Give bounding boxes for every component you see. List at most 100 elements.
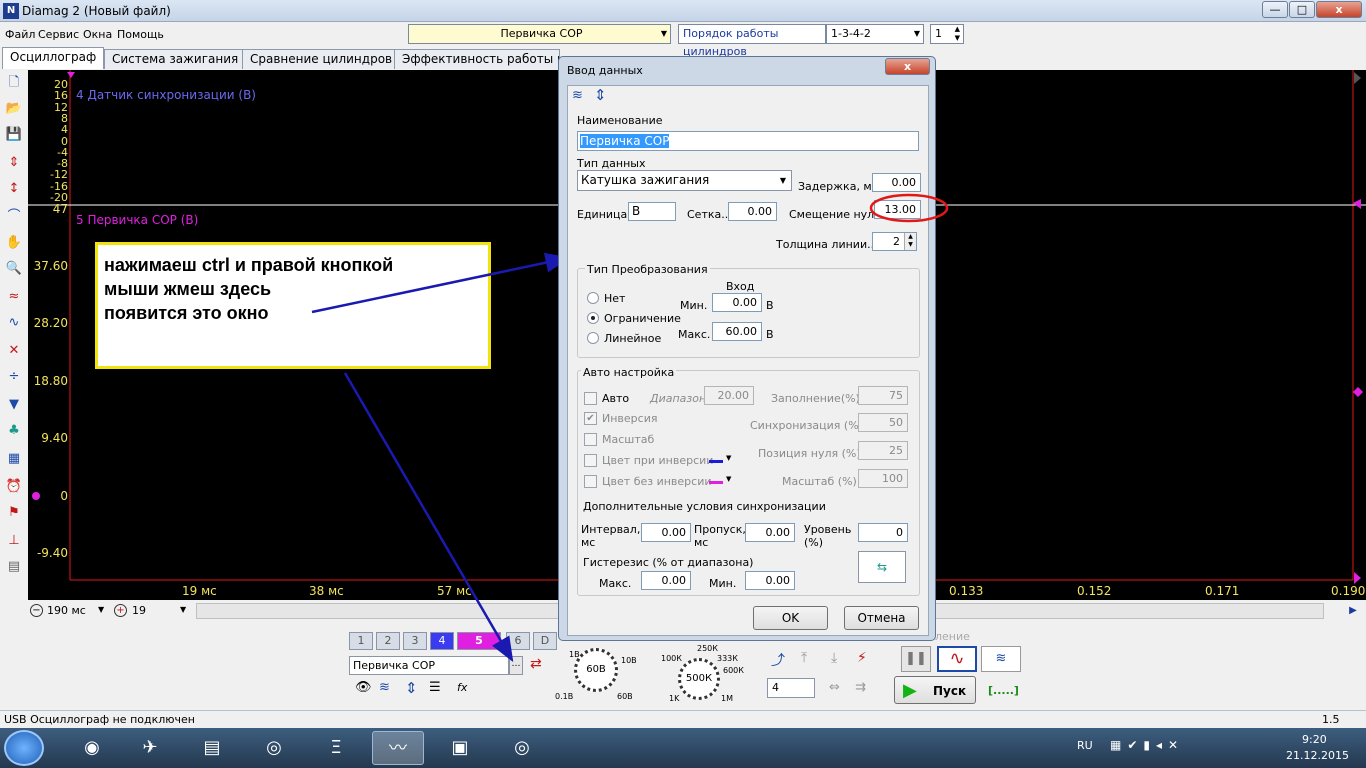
- samplerate-knob[interactable]: 500К: [678, 658, 720, 700]
- trigger-channel-select[interactable]: 4: [767, 678, 815, 698]
- scale-checkbox[interactable]: [584, 433, 597, 446]
- position-value[interactable]: 19: [132, 604, 146, 617]
- open-folder-icon[interactable]: 📂: [5, 100, 23, 118]
- channel-settings-icon[interactable]: ⇄: [530, 656, 542, 672]
- unit-field[interactable]: В: [628, 202, 676, 221]
- split-icon[interactable]: ÷: [5, 368, 23, 386]
- trigger-down-icon[interactable]: ⤓: [831, 650, 837, 666]
- clock-time[interactable]: 9:20: [1302, 733, 1327, 746]
- updown-icon[interactable]: ⇕: [594, 86, 607, 104]
- dialog-close-button[interactable]: x: [885, 58, 930, 75]
- filter-icon[interactable]: ▼: [5, 396, 23, 414]
- language-indicator[interactable]: RU: [1077, 739, 1093, 752]
- tray-icons[interactable]: ▦✔▮◂✕: [1110, 738, 1184, 752]
- cross-icon[interactable]: ✕: [5, 342, 23, 360]
- channel-button-d[interactable]: D: [533, 632, 557, 650]
- signal-icon[interactable]: ∿: [5, 314, 23, 332]
- zero-pos-field[interactable]: 25: [858, 441, 908, 460]
- cylinder-order-select[interactable]: 1-3-4-2 ▼: [826, 24, 924, 44]
- radio-linear[interactable]: [587, 332, 599, 344]
- chevron-down-icon[interactable]: ▼: [98, 605, 104, 614]
- range-field[interactable]: 20.00: [704, 386, 754, 405]
- tree-icon[interactable]: ♣: [5, 422, 23, 440]
- clock-date[interactable]: 21.12.2015: [1286, 749, 1349, 762]
- minimize-button[interactable]: —: [1262, 1, 1288, 18]
- channel-button-6[interactable]: 6: [506, 632, 530, 650]
- flag-icon[interactable]: ⚑: [5, 504, 23, 522]
- auto-scale-icon[interactable]: ⇕: [5, 154, 23, 172]
- tab-cylinder-compare[interactable]: Сравнение цилиндров: [242, 49, 401, 69]
- menu-windows[interactable]: Окна: [83, 28, 112, 41]
- color-noinv-checkbox[interactable]: [584, 475, 597, 488]
- fill-field[interactable]: 75: [858, 386, 908, 405]
- radio-limit[interactable]: [587, 312, 599, 324]
- play-right-icon[interactable]: ▶: [1344, 603, 1362, 619]
- pause-button[interactable]: ❚❚: [901, 646, 931, 672]
- interval-field[interactable]: 0.00: [641, 523, 691, 542]
- cursor-arc-icon[interactable]: ⌒: [5, 208, 23, 226]
- start-orb-icon[interactable]: [4, 730, 44, 766]
- max-field[interactable]: 60.00: [712, 322, 762, 341]
- channel-button-4[interactable]: 4: [430, 632, 454, 650]
- wave-icon[interactable]: ≋: [572, 88, 583, 103]
- cancel-button[interactable]: Отмена: [844, 606, 919, 630]
- chevron-down-icon[interactable]: ▼: [726, 454, 731, 462]
- auto-checkbox[interactable]: [584, 392, 597, 405]
- tab-ignition-system[interactable]: Система зажигания: [104, 49, 247, 69]
- hyst-max-field[interactable]: 0.00: [641, 571, 691, 590]
- level-field[interactable]: 0: [858, 523, 908, 542]
- dark-app-icon[interactable]: Ξ: [310, 731, 362, 765]
- name-field[interactable]: Первичка СОР: [577, 131, 919, 151]
- channel-button-2[interactable]: 2: [376, 632, 400, 650]
- zoom-in-icon[interactable]: +: [114, 604, 127, 617]
- channel-edit-button[interactable]: …: [509, 656, 523, 675]
- color-noinv-swatch[interactable]: [709, 481, 723, 484]
- skip-field[interactable]: 0.00: [745, 523, 795, 542]
- chrome-icon[interactable]: ◎: [496, 731, 548, 765]
- min-field[interactable]: 0.00: [712, 293, 762, 312]
- menu-help[interactable]: Помощь: [117, 28, 164, 41]
- updown-icon[interactable]: ⇕: [405, 679, 418, 697]
- ok-button[interactable]: OK: [753, 606, 828, 630]
- sync-field[interactable]: 50: [858, 413, 908, 432]
- hand-icon[interactable]: ✋: [5, 234, 23, 252]
- lines-icon[interactable]: ☰: [429, 680, 441, 695]
- tab-oscilloscope[interactable]: Осциллограф: [2, 47, 105, 69]
- scale-pct-field[interactable]: 100: [858, 469, 908, 488]
- new-file-icon[interactable]: 🗋: [5, 74, 23, 92]
- radio-none[interactable]: [587, 292, 599, 304]
- save-icon[interactable]: 💾: [5, 126, 23, 144]
- channel-name-field[interactable]: Первичка СОР: [349, 656, 509, 675]
- table-icon[interactable]: ▦: [5, 450, 23, 468]
- zoom-icon[interactable]: 🔍: [5, 260, 23, 278]
- noise-mode-button[interactable]: ≋: [981, 646, 1021, 672]
- color-inv-swatch[interactable]: [709, 460, 723, 463]
- type-select[interactable]: Катушка зажигания ▼: [577, 170, 792, 191]
- menu-service[interactable]: Сервис: [38, 28, 79, 41]
- expand-icon[interactable]: ⇔: [829, 680, 840, 695]
- maximize-button[interactable]: □: [1289, 1, 1315, 18]
- offset-field[interactable]: 13.00: [874, 200, 921, 219]
- trigger-mode-icon[interactable]: ⚡: [857, 650, 867, 666]
- function-icon[interactable]: fx: [457, 681, 467, 694]
- notepad-icon[interactable]: ▤: [186, 731, 238, 765]
- channel-button-5[interactable]: 5: [457, 632, 501, 650]
- auto-clock-icon[interactable]: ⏰: [5, 478, 23, 496]
- app-q-icon[interactable]: ◉: [66, 731, 118, 765]
- start-button[interactable]: ▶ Пуск: [894, 676, 976, 704]
- inversion-checkbox[interactable]: ✔: [584, 412, 597, 425]
- chevron-down-icon[interactable]: ▼: [726, 475, 731, 483]
- hyst-min-field[interactable]: 0.00: [745, 571, 795, 590]
- chrome-icon[interactable]: ◎: [248, 731, 300, 765]
- diamag-taskbar-icon[interactable]: 〰: [372, 731, 424, 765]
- chevron-down-icon[interactable]: ▼: [180, 605, 186, 614]
- wave-icon[interactable]: ≋: [379, 680, 390, 695]
- trigger-up-icon[interactable]: ⤒: [801, 650, 807, 666]
- channel-select[interactable]: Первичка СОР ▼: [408, 24, 671, 44]
- grid-field[interactable]: 0.00: [728, 202, 777, 221]
- thickness-field[interactable]: 2 ▲ ▼: [872, 232, 917, 251]
- menu-file[interactable]: Файл: [5, 28, 35, 41]
- color-inv-checkbox[interactable]: [584, 454, 597, 467]
- trigger-rise-icon[interactable]: ⤴: [771, 650, 785, 670]
- timebase-value[interactable]: 190 мс: [47, 604, 86, 617]
